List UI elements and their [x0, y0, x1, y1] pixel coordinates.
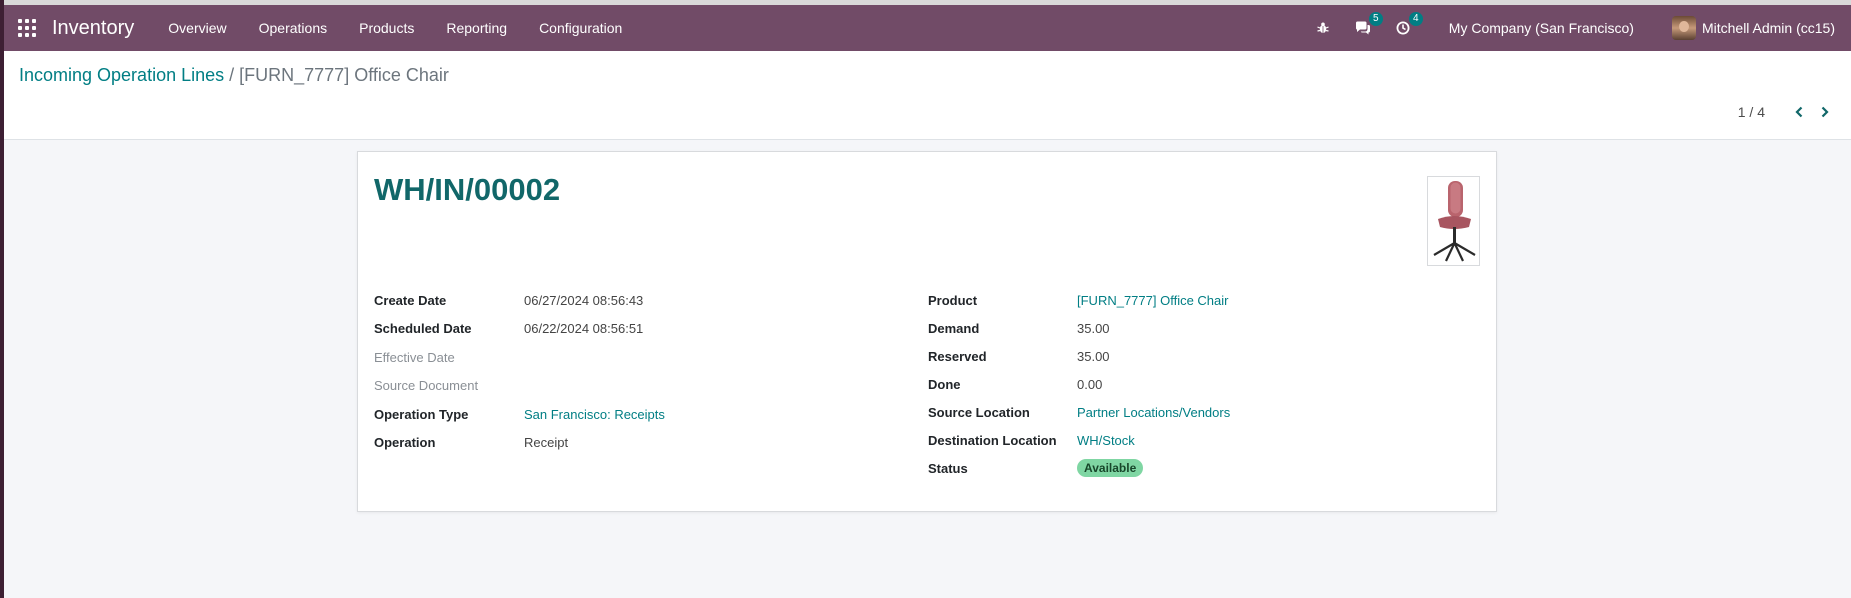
left-fields-group: Create Date 06/27/2024 08:56:43 Schedule…	[374, 286, 894, 457]
field-label: Reserved	[928, 348, 987, 364]
field-label: Demand	[928, 320, 980, 336]
field-create-date: Create Date 06/27/2024 08:56:43	[374, 286, 894, 315]
field-label: Product	[928, 292, 978, 308]
field-label: Source Document	[374, 378, 479, 394]
messages-badge: 5	[1368, 12, 1383, 26]
field-effective-date: Effective Date	[374, 343, 894, 372]
record-reference: WH/IN/00002	[374, 172, 561, 207]
menu-reporting[interactable]: Reporting	[430, 20, 523, 36]
bug-icon[interactable]	[1313, 18, 1333, 38]
field-label: Status	[928, 460, 968, 476]
app-name[interactable]: Inventory	[52, 17, 134, 40]
chevron-left-icon[interactable]	[1789, 102, 1809, 122]
control-panel: Incoming Operation Lines / [FURN_7777] O…	[0, 51, 1851, 140]
systray: 5 4 My Company (San Francisco) Mitchell …	[1303, 12, 1835, 40]
field-label: Done	[928, 376, 961, 392]
pager-value[interactable]: 1 / 4	[1738, 104, 1765, 120]
activities-badge: 4	[1408, 12, 1423, 26]
reserved-value: 35.00	[1077, 348, 1110, 364]
field-reserved: Reserved 35.00	[928, 342, 1468, 370]
field-label: Destination Location	[928, 432, 1057, 448]
form-sheet: WH/IN/00002 Create Date 06/27/2024 08:56…	[357, 151, 1497, 512]
menu-operations[interactable]: Operations	[243, 20, 343, 36]
menu-overview[interactable]: Overview	[152, 20, 242, 36]
breadcrumb-current: [FURN_7777] Office Chair	[239, 65, 449, 85]
right-fields-group: Product [FURN_7777] Office Chair Demand …	[928, 286, 1468, 482]
field-status: Status Available	[928, 454, 1468, 482]
chevron-right-icon[interactable]	[1815, 102, 1835, 122]
menu-configuration[interactable]: Configuration	[523, 20, 638, 36]
field-label: Scheduled Date	[374, 321, 472, 337]
field-label: Source Location	[928, 404, 1030, 420]
done-value: 0.00	[1077, 376, 1103, 392]
pager: 1 / 4	[1738, 102, 1835, 122]
field-source-document: Source Document	[374, 372, 894, 401]
main-navbar: Inventory Overview Operations Products R…	[0, 5, 1851, 51]
field-destination-location: Destination Location WH/Stock	[928, 426, 1468, 454]
field-label: Operation Type	[374, 406, 469, 422]
field-demand: Demand 35.00	[928, 314, 1468, 342]
field-label: Effective Date	[374, 349, 455, 365]
field-operation: Operation Receipt	[374, 429, 894, 458]
product-link[interactable]: [FURN_7777] Office Chair	[1077, 293, 1229, 308]
demand-value: 35.00	[1077, 320, 1110, 336]
field-done: Done 0.00	[928, 370, 1468, 398]
operation-value: Receipt	[524, 435, 569, 451]
window-edge	[0, 0, 4, 598]
apps-grid-icon[interactable]	[18, 19, 36, 37]
breadcrumb-parent[interactable]: Incoming Operation Lines	[19, 65, 224, 85]
chat-icon[interactable]: 5	[1353, 12, 1383, 38]
create-date-value: 06/27/2024 08:56:43	[524, 292, 644, 308]
user-name: Mitchell Admin (cc15)	[1701, 20, 1835, 36]
breadcrumb-separator: /	[224, 65, 240, 85]
company-switcher[interactable]: My Company (San Francisco)	[1449, 20, 1634, 36]
field-label: Operation	[374, 435, 436, 451]
scheduled-date-value: 06/22/2024 08:56:51	[524, 321, 644, 337]
product-image[interactable]	[1427, 176, 1480, 266]
avatar	[1671, 16, 1696, 40]
menu-products[interactable]: Products	[343, 20, 430, 36]
field-source-location: Source Location Partner Locations/Vendor…	[928, 398, 1468, 426]
field-scheduled-date: Scheduled Date 06/22/2024 08:56:51	[374, 315, 894, 344]
field-operation-type: Operation Type San Francisco: Receipts	[374, 400, 894, 429]
source-location-link[interactable]: Partner Locations/Vendors	[1077, 405, 1230, 420]
breadcrumb: Incoming Operation Lines / [FURN_7777] O…	[19, 65, 449, 86]
user-menu[interactable]: Mitchell Admin (cc15)	[1671, 16, 1835, 40]
field-label: Create Date	[374, 292, 447, 308]
status-badge: Available	[1077, 459, 1144, 477]
operation-type-link[interactable]: San Francisco: Receipts	[524, 407, 665, 422]
field-product: Product [FURN_7777] Office Chair	[928, 286, 1468, 314]
clock-icon[interactable]: 4	[1393, 12, 1423, 38]
destination-location-link[interactable]: WH/Stock	[1077, 433, 1135, 448]
